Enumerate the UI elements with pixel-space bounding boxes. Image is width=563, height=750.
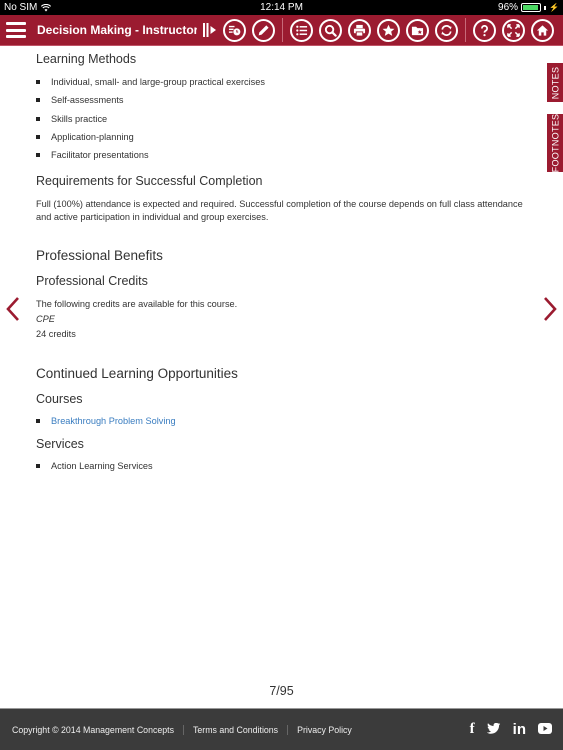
chevron-right-icon — [544, 297, 557, 321]
expand-panel-button[interactable] — [203, 22, 217, 38]
menu-icon-bar — [6, 22, 26, 25]
credit-type: CPE — [36, 314, 55, 325]
professional-credits-heading: Professional Credits — [36, 274, 148, 289]
clock: 12:14 PM — [260, 2, 303, 13]
learning-methods-heading: Learning Methods — [36, 52, 137, 66]
footer-divider — [287, 724, 289, 735]
battery-percent: 96% — [498, 2, 519, 13]
list-item: Application-planning — [36, 131, 526, 144]
credit-amount: 24 credits — [36, 329, 76, 340]
help-icon — [481, 24, 488, 36]
status-bar: No SIM 12:14 PM 96% ⚡ — [0, 0, 563, 15]
toolbar-divider — [282, 18, 283, 42]
footer-divider — [183, 724, 184, 735]
toolbar-divider — [465, 18, 466, 42]
menu-button[interactable] — [6, 22, 26, 38]
toolbar: Decision Making - Instructor's — [0, 15, 563, 46]
menu-icon-bar — [6, 35, 26, 38]
twitter-icon[interactable] — [486, 722, 501, 737]
requirements-heading: Requirements for Successful Completion — [36, 174, 263, 189]
help-button[interactable] — [473, 18, 496, 42]
table-of-contents-button[interactable] — [290, 18, 313, 42]
requirements-text: Full (100%) attendance is expected and r… — [36, 199, 523, 222]
facebook-icon[interactable]: f — [470, 721, 475, 738]
page-content: Learning Methods Individual, small- and … — [36, 52, 526, 473]
courses-heading: Courses — [36, 392, 83, 407]
favorites-button[interactable] — [377, 18, 400, 42]
linkedin-icon[interactable]: in — [513, 721, 526, 738]
copyright-text: Copyright © 2014 Management Concepts — [12, 724, 174, 735]
history-button[interactable] — [223, 18, 246, 42]
list-item: Facilitator presentations — [36, 149, 526, 162]
list-icon — [296, 25, 308, 35]
pencil-icon — [258, 24, 269, 35]
search-button[interactable] — [319, 18, 342, 42]
services-list: Action Learning Services — [36, 460, 526, 473]
notes-tab[interactable]: NOTES — [547, 63, 563, 102]
saved-folder-button[interactable] — [406, 18, 429, 42]
privacy-link[interactable]: Privacy Policy — [297, 725, 352, 735]
next-page-button[interactable] — [542, 296, 558, 322]
notes-tab-label: NOTES — [550, 66, 561, 99]
document-title: Decision Making - Instructor's — [37, 23, 197, 37]
courses-list: Breakthrough Problem Solving — [36, 415, 526, 428]
credits-intro: The following credits are available for … — [36, 299, 238, 310]
footer: Copyright © 2014 Management Concepts Ter… — [0, 708, 563, 750]
battery-icon — [521, 3, 542, 12]
youtube-icon[interactable] — [538, 723, 552, 736]
page-indicator: 7/95 — [269, 684, 294, 698]
footnotes-tab-label: FOOTNOTES — [550, 113, 561, 173]
bookmark-history-icon — [228, 25, 241, 35]
list-item: Action Learning Services — [36, 460, 526, 473]
home-icon — [536, 24, 549, 36]
continued-learning-heading: Continued Learning Opportunities — [36, 366, 238, 382]
print-icon — [353, 24, 366, 37]
list-item: Individual, small- and large-group pract… — [36, 76, 526, 89]
search-icon — [324, 24, 337, 37]
learning-methods-list: Individual, small- and large-group pract… — [36, 76, 526, 162]
annotate-button[interactable] — [252, 18, 275, 42]
footnotes-tab[interactable]: FOOTNOTES — [547, 114, 563, 172]
battery-tip — [544, 5, 547, 10]
print-button[interactable] — [348, 18, 371, 42]
fullscreen-button[interactable] — [502, 18, 525, 42]
terms-link[interactable]: Terms and Conditions — [193, 725, 278, 735]
list-item: Self-assessments — [36, 94, 526, 107]
services-heading: Services — [36, 437, 84, 452]
home-button[interactable] — [531, 18, 554, 42]
fullscreen-icon — [507, 23, 520, 37]
list-item: Skills practice — [36, 113, 526, 126]
previous-page-button[interactable] — [5, 296, 21, 322]
menu-icon-bar — [6, 28, 26, 32]
list-item: Breakthrough Problem Solving — [36, 415, 526, 428]
professional-benefits-heading: Professional Benefits — [36, 248, 163, 264]
chevron-left-icon — [6, 297, 19, 321]
sync-button[interactable] — [435, 18, 458, 42]
star-icon — [382, 24, 395, 36]
course-link[interactable]: Breakthrough Problem Solving — [51, 416, 176, 426]
charging-icon: ⚡ — [549, 3, 559, 12]
folder-star-icon — [411, 26, 424, 35]
expand-panel-icon — [203, 23, 216, 37]
refresh-icon — [441, 24, 452, 36]
